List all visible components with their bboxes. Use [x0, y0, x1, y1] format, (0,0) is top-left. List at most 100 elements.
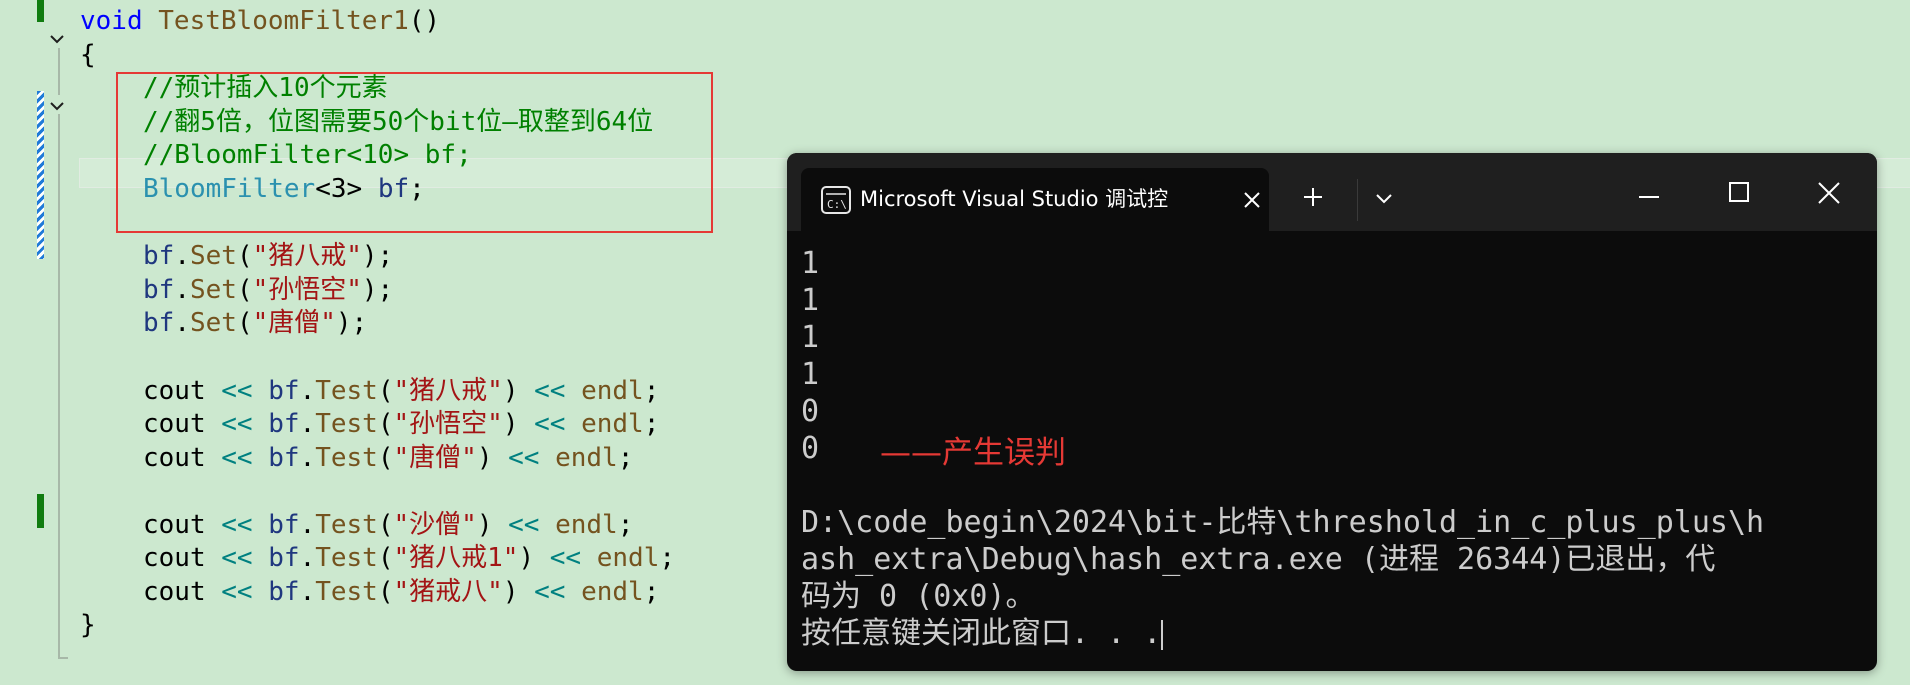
code-token: ( — [377, 376, 394, 406]
code-token: cout — [143, 510, 222, 540]
console-line: 0 — [801, 394, 820, 429]
code-line: { — [80, 39, 96, 72]
code-token: ( — [377, 510, 394, 540]
code-line: cout << bf.Test("猪八戒") << endl; — [143, 375, 659, 408]
code-token: ; — [617, 443, 634, 473]
code-token: endl — [555, 510, 618, 540]
code-token: << — [534, 577, 566, 607]
code-token: ) — [518, 543, 550, 573]
close-tab-icon[interactable] — [1242, 190, 1262, 210]
collapse-chevron-icon[interactable] — [48, 30, 66, 48]
code-token: Test — [315, 376, 378, 406]
svg-text:C:\: C:\ — [827, 198, 847, 211]
code-token: Set — [189, 308, 237, 338]
code-token: . — [299, 577, 316, 607]
code-token: << — [221, 376, 253, 406]
code-token: bf — [268, 376, 300, 406]
code-token: << — [221, 409, 253, 439]
minimize-icon[interactable] — [1637, 188, 1661, 200]
code-token: . — [174, 308, 190, 338]
code-token: Test — [315, 409, 378, 439]
misjudgment-annotation: ——产生误判 — [880, 435, 1066, 471]
console-line: 1 — [801, 320, 820, 355]
code-token: Set — [189, 275, 237, 305]
code-token: endl — [555, 443, 618, 473]
code-token: . — [299, 543, 316, 573]
fold-guide — [58, 48, 60, 95]
code-token: ( — [236, 241, 253, 271]
code-token: ); — [361, 275, 394, 305]
console-icon: C:\ — [821, 186, 851, 214]
code-token: << — [221, 510, 253, 540]
code-token: . — [299, 443, 316, 473]
maximize-icon[interactable] — [1728, 181, 1750, 203]
code-token: ( — [377, 409, 394, 439]
code-token: "猪八戒" — [252, 241, 362, 271]
code-token: bf — [143, 241, 175, 271]
code-token: ; — [643, 409, 660, 439]
code-token: "猪戒八" — [393, 577, 503, 607]
code-token: . — [174, 275, 190, 305]
code-token: bf — [143, 308, 175, 338]
title-bar[interactable]: C:\ Microsoft Visual Studio 调试控 — [787, 153, 1877, 231]
fold-guide-end — [58, 657, 68, 659]
debug-console-window[interactable]: C:\ Microsoft Visual Studio 调试控 1 1 1 1 … — [787, 153, 1877, 671]
code-token: ( — [377, 443, 394, 473]
code-token: << — [221, 577, 253, 607]
console-line: D:\code_begin\2024\bit-比特\threshold_in_c… — [801, 505, 1765, 540]
code-token: ) — [502, 577, 535, 607]
close-window-icon[interactable] — [1817, 181, 1841, 205]
code-token: "沙僧" — [393, 510, 477, 540]
code-token: bf — [143, 275, 175, 305]
dropdown-chevron-icon[interactable] — [1374, 191, 1394, 205]
console-line: 1 — [801, 357, 820, 392]
code-token: void — [80, 6, 143, 36]
code-token: << — [221, 543, 253, 573]
code-token: << — [534, 376, 566, 406]
collapse-chevron-icon[interactable] — [48, 97, 66, 115]
code-token: endl — [596, 543, 660, 573]
highlight-box — [116, 72, 713, 233]
code-token: cout — [143, 577, 222, 607]
code-token: { — [80, 40, 96, 70]
code-token: ; — [617, 510, 634, 540]
code-token: << — [508, 443, 540, 473]
code-line: bf.Set("孙悟空"); — [143, 274, 393, 307]
code-token: endl — [581, 409, 644, 439]
code-token: Test — [315, 510, 378, 540]
titlebar-separator — [1357, 179, 1358, 221]
code-token: ; — [659, 543, 676, 573]
console-line: 1 — [801, 246, 820, 281]
code-token: . — [299, 376, 316, 406]
code-line: cout << bf.Test("沙僧") << endl; — [143, 509, 633, 542]
change-marker — [37, 0, 44, 22]
code-line: bf.Set("唐僧"); — [143, 307, 367, 340]
code-token: bf — [268, 510, 300, 540]
code-line: bf.Set("猪八戒"); — [143, 240, 393, 273]
code-token: "猪八戒" — [393, 376, 503, 406]
console-line: ash_extra\Debug\hash_extra.exe (进程 26344… — [801, 542, 1716, 577]
code-token: TestBloomFilter1 — [158, 6, 409, 36]
change-marker — [37, 91, 44, 259]
code-token: ); — [361, 241, 394, 271]
console-output[interactable]: 1 1 1 1 0 0 D:\code_begin\2024\bit-比特\th… — [801, 245, 1871, 652]
new-tab-button[interactable] — [1302, 186, 1324, 208]
tab-title: Microsoft Visual Studio 调试控 — [860, 187, 1169, 211]
change-marker — [37, 494, 44, 528]
code-token: endl — [581, 376, 644, 406]
code-token: bf — [268, 409, 300, 439]
tab-debug-console[interactable]: C:\ Microsoft Visual Studio 调试控 — [801, 168, 1269, 231]
console-line: 1 — [801, 283, 820, 318]
text-cursor — [1161, 619, 1164, 650]
